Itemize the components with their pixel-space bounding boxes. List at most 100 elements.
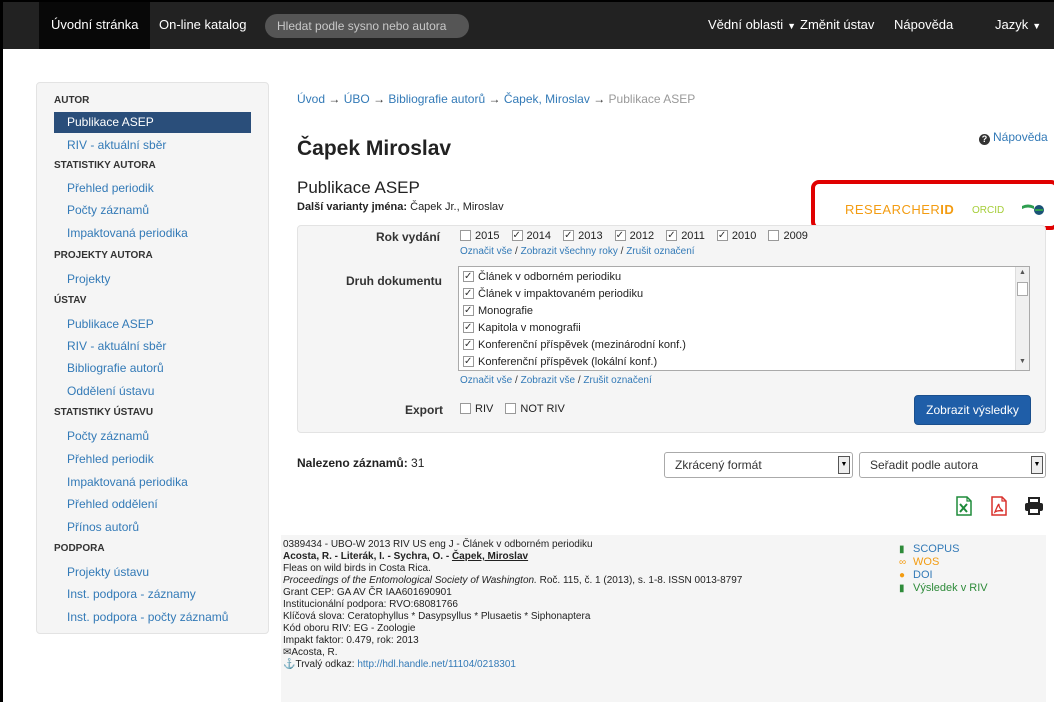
riv-result-link[interactable]: ▮ Výsledek v RIV	[899, 582, 988, 594]
search-input[interactable]	[265, 14, 469, 38]
print-icon[interactable]	[1024, 496, 1044, 516]
checkbox-checked[interactable]	[614, 230, 626, 241]
sidebar-item-departments[interactable]: Oddělení ústavu	[54, 381, 251, 402]
help-link[interactable]: ? Nápověda	[979, 130, 1048, 145]
researcherid-logo[interactable]: RESEARCHERID	[845, 202, 954, 217]
breadcrumb-bibliography[interactable]: Bibliografie autorů	[388, 92, 485, 106]
doc-type-list[interactable]: Článek v odborném periodiku Článek v imp…	[458, 266, 1030, 371]
excel-icon[interactable]	[955, 496, 973, 516]
show-all-doc-types-link[interactable]: Zobrazit vše	[521, 375, 575, 386]
sidebar-item-author-periodicals[interactable]: Přehled periodik	[54, 178, 251, 199]
nav-home[interactable]: Úvodní stránka	[39, 2, 151, 49]
breadcrumb-author[interactable]: Čapek, Miroslav	[504, 92, 590, 106]
sidebar-heading: STATISTIKY AUTORA	[54, 160, 156, 171]
doc-type-option[interactable]: Konferenční příspěvek (lokální konf.)	[463, 356, 657, 368]
format-select[interactable]: Zkrácený formát ▼	[664, 452, 853, 478]
checkbox-checked[interactable]	[511, 230, 523, 241]
sidebar-item-institute-publications[interactable]: Publikace ASEP	[54, 314, 251, 335]
sidebar-item-author-bibliography[interactable]: Bibliografie autorů	[54, 358, 251, 379]
scroll-down-icon[interactable]: ▼	[1019, 358, 1026, 365]
sidebar-item-support-record-counts[interactable]: Inst. podpora - počty záznamů	[54, 607, 251, 628]
nav-fields-dropdown[interactable]: Vědní oblasti ▼	[708, 2, 796, 49]
sort-select[interactable]: Seřadit podle autora ▼	[859, 452, 1046, 478]
green-eye-logo-icon[interactable]	[1022, 203, 1046, 215]
sidebar-item-department-overview[interactable]: Přehled oddělení	[54, 494, 251, 515]
checkbox-checked[interactable]	[463, 356, 474, 367]
checkbox-unchecked[interactable]	[768, 230, 780, 241]
sidebar-item-author-record-counts[interactable]: Počty záznamů	[54, 200, 251, 221]
breadcrumb-institute[interactable]: ÚBO	[344, 92, 370, 106]
breadcrumb-arrow: →	[488, 92, 501, 106]
pdf-icon[interactable]	[990, 496, 1008, 516]
sidebar-item-author-contribution[interactable]: Přínos autorů	[54, 517, 251, 538]
clear-years-link[interactable]: Zrušit označení	[626, 246, 694, 257]
filter-panel: Rok vydání 2015 2014 2013 2012 2011 2010…	[297, 225, 1046, 433]
checkbox-checked[interactable]	[463, 322, 474, 333]
nav-language-label: Jazyk	[995, 17, 1029, 32]
sidebar-item-institute-projects[interactable]: Projekty ústavu	[54, 562, 251, 583]
checkbox-checked[interactable]	[463, 271, 474, 282]
show-results-button[interactable]: Zobrazit výsledky	[914, 395, 1031, 425]
scroll-up-icon[interactable]: ▲	[1019, 269, 1026, 276]
export-notriv-option[interactable]: NOT RIV	[505, 403, 565, 415]
checkbox-checked[interactable]	[666, 230, 678, 241]
export-riv-option[interactable]: RIV	[460, 403, 493, 415]
checkbox-checked[interactable]	[463, 339, 474, 350]
year-option-2009[interactable]: 2009	[768, 230, 808, 242]
doc-type-option[interactable]: Kapitola v monografii	[463, 322, 581, 334]
export-riv-label: RIV	[475, 403, 494, 415]
record-riv-field: Kód oboru RIV: EG - Zoologie	[283, 623, 416, 634]
checkbox-checked[interactable]	[563, 230, 575, 241]
sidebar-item-author-publications[interactable]: Publikace ASEP	[54, 112, 251, 133]
sidebar-item-author-impact-periodicals[interactable]: Impaktovaná periodika	[54, 223, 251, 244]
checkbox-unchecked[interactable]	[460, 403, 471, 414]
sidebar-item-support-records[interactable]: Inst. podpora - záznamy	[54, 584, 251, 605]
doi-link-label: DOI	[913, 569, 933, 581]
sidebar-item-institute-record-counts[interactable]: Počty záznamů	[54, 426, 251, 447]
orcid-logo[interactable]: ORCID	[972, 205, 1004, 216]
doc-list-scrollbar[interactable]: ▲ ▼	[1015, 267, 1029, 370]
checkbox-unchecked[interactable]	[460, 230, 471, 241]
doc-type-option[interactable]: Článek v odborném periodiku	[463, 271, 621, 283]
year-option-2011[interactable]: 2011	[666, 230, 705, 242]
scrollbar-thumb[interactable]	[1017, 282, 1028, 296]
scopus-link[interactable]: ▮ SCOPUS	[899, 543, 959, 555]
wos-link[interactable]: ∞ WOS	[899, 556, 939, 568]
sidebar-item-institute-impact-periodicals[interactable]: Impaktovaná periodika	[54, 472, 251, 493]
year-option-2015[interactable]: 2015	[460, 230, 499, 242]
page-title: Čapek Miroslav	[297, 137, 452, 160]
checkbox-checked[interactable]	[463, 305, 474, 316]
year-option-2014[interactable]: 2014	[511, 230, 551, 242]
year-checkboxes: 2015 2014 2013 2012 2011 2010 2009	[460, 230, 817, 242]
nav-change-institute[interactable]: Změnit ústav	[800, 2, 874, 49]
checkbox-unchecked[interactable]	[505, 403, 517, 414]
select-all-years-link[interactable]: Označit vše	[460, 246, 512, 257]
year-option-2010[interactable]: 2010	[716, 230, 756, 242]
breadcrumb-current: Publikace ASEP	[608, 92, 696, 106]
select-all-doc-types-link[interactable]: Označit vše	[460, 375, 512, 386]
sidebar-item-institute-riv[interactable]: RIV - aktuální sběr	[54, 336, 251, 357]
record-id-line: 0389434 - UBO-W 2013 RIV US eng J - Člán…	[283, 539, 593, 550]
name-variants: Další varianty jména: Čapek Jr., Mirosla…	[297, 201, 504, 213]
nav-help[interactable]: Nápověda	[894, 2, 953, 49]
sidebar-item-author-riv[interactable]: RIV - aktuální sběr	[54, 135, 251, 156]
year-option-2013[interactable]: 2013	[563, 230, 603, 242]
doc-type-option[interactable]: Článek v impaktovaném periodiku	[463, 288, 643, 300]
record-main-author-link[interactable]: Čapek, Miroslav	[452, 551, 528, 562]
nav-catalog[interactable]: On-line katalog	[159, 2, 246, 49]
show-all-years-link[interactable]: Zobrazit všechny roky	[521, 246, 618, 257]
checkbox-checked[interactable]	[716, 230, 728, 241]
doc-type-option[interactable]: Konferenční příspěvek (mezinárodní konf.…	[463, 339, 686, 351]
sidebar-item-author-projects[interactable]: Projekty	[54, 269, 251, 290]
checkbox-checked[interactable]	[463, 288, 474, 299]
riv-result-link-label: Výsledek v RIV	[913, 582, 988, 594]
breadcrumb-home[interactable]: Úvod	[297, 92, 325, 106]
record-permalink-link[interactable]: http://hdl.handle.net/11104/0218301	[357, 659, 516, 670]
sidebar-item-institute-periodicals[interactable]: Přehled periodik	[54, 449, 251, 470]
doc-type-option[interactable]: Monografie	[463, 305, 533, 317]
doi-link[interactable]: ● DOI	[899, 569, 933, 581]
results-count-value: 31	[411, 456, 425, 470]
year-option-2012[interactable]: 2012	[614, 230, 654, 242]
nav-language-dropdown[interactable]: Jazyk ▼	[995, 2, 1041, 49]
clear-doc-types-link[interactable]: Zrušit označení	[583, 375, 651, 386]
